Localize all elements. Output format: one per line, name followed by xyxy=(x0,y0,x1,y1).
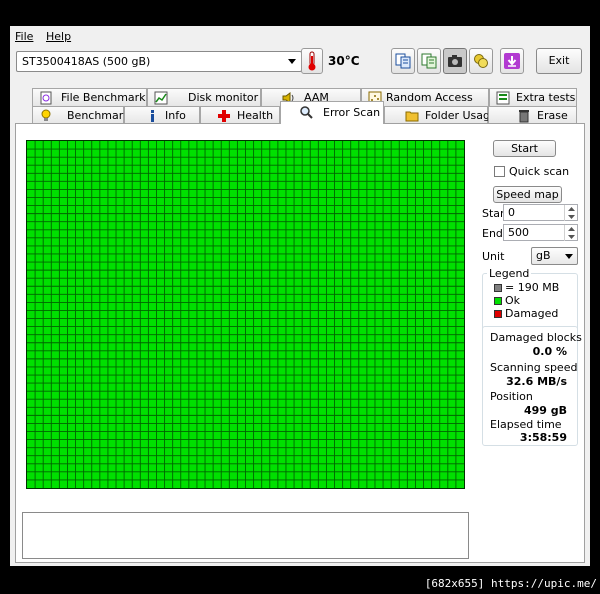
drive-select[interactable]: ST3500418AS (500 gB) xyxy=(16,51,302,72)
copy-text-icon xyxy=(395,53,411,69)
tab-label: Benchmark xyxy=(67,109,130,122)
chevron-down-icon xyxy=(565,254,573,259)
tab-file-benchmark[interactable]: File Benchmark xyxy=(32,88,147,106)
legend-title: Legend xyxy=(487,267,532,280)
spin-down-icon[interactable] xyxy=(564,233,577,241)
speed-map-button[interactable]: Speed map xyxy=(493,186,562,203)
end-label: End xyxy=(482,227,503,240)
start-field[interactable]: 0 xyxy=(503,204,578,221)
info-icon xyxy=(151,110,154,122)
tab-label: Health xyxy=(237,109,274,122)
quick-scan-label: Quick scan xyxy=(509,165,570,178)
unit-label: Unit xyxy=(482,250,505,263)
extra-tests-icon xyxy=(496,91,510,105)
tab-error-scan[interactable]: Error Scan xyxy=(280,101,384,124)
disk-monitor-icon xyxy=(154,91,168,105)
temperature-unit: °C xyxy=(344,54,360,68)
tab-label: Random Access xyxy=(386,91,473,104)
tab-label: Erase xyxy=(537,109,568,122)
screenshot-button[interactable] xyxy=(443,48,467,74)
damaged-blocks-label: Damaged blocks xyxy=(490,331,582,344)
camera-icon xyxy=(448,55,462,67)
legend-ok: Ok xyxy=(505,294,521,307)
tab-label: Info xyxy=(165,109,186,122)
chevron-down-icon xyxy=(288,59,296,64)
thermometer-button[interactable] xyxy=(301,48,323,74)
tab-label: Extra tests xyxy=(516,91,576,104)
tab-extra-tests[interactable]: Extra tests xyxy=(489,88,577,106)
folder-icon xyxy=(405,111,419,122)
elapsed-time-value: 3:58:59 xyxy=(519,431,567,444)
end-field-value: 500 xyxy=(508,226,529,239)
scanning-speed-label: Scanning speed xyxy=(490,361,578,374)
lightbulb-icon xyxy=(41,109,51,121)
stats-group: Damaged blocks 0.0 % Scanning speed 32.6… xyxy=(482,326,582,446)
tab-disk-monitor[interactable]: Disk monitor xyxy=(147,88,261,106)
tab-folder-usage[interactable]: Folder Usage xyxy=(384,106,497,124)
legend-block-size: = 190 MB xyxy=(505,281,560,294)
tab-health[interactable]: Health xyxy=(200,106,280,124)
unit-select-value: gB xyxy=(536,249,551,262)
compare-button[interactable] xyxy=(469,48,493,74)
thermometer-icon xyxy=(308,51,316,71)
copy-text-button[interactable] xyxy=(391,48,415,74)
legend-swatch-damaged xyxy=(494,310,502,318)
compare-icon xyxy=(474,54,488,68)
start-button[interactable]: Start xyxy=(493,140,556,157)
spin-up-icon[interactable] xyxy=(564,225,577,233)
magnifier-icon xyxy=(300,106,313,119)
save-down-icon xyxy=(504,53,520,69)
spin-down-icon[interactable] xyxy=(564,213,577,221)
copy-info-icon xyxy=(421,53,437,69)
scanning-speed-value: 32.6 MB/s xyxy=(506,375,567,388)
menu-help[interactable]: Help xyxy=(46,30,71,43)
unit-select[interactable]: gB xyxy=(531,247,578,265)
legend-damaged: Damaged xyxy=(505,307,559,320)
tab-label: Folder Usage xyxy=(425,109,497,122)
tab-erase[interactable]: Erase xyxy=(488,106,577,124)
copy-info-button[interactable] xyxy=(417,48,441,74)
damaged-blocks-value: 0.0 % xyxy=(532,345,567,358)
start-field-value: 0 xyxy=(508,206,515,219)
menu-bar: File Help xyxy=(10,26,590,46)
error-scan-panel: Start Quick scan Speed map Start 0 End 5… xyxy=(15,123,585,563)
hdtune-window: File Help ST3500418AS (500 gB) 30°C Exit… xyxy=(10,26,590,566)
end-field[interactable]: 500 xyxy=(503,224,578,241)
drive-select-value: ST3500418AS (500 gB) xyxy=(22,55,151,68)
temperature-readout: 30°C xyxy=(328,54,360,68)
quick-scan-checkbox[interactable] xyxy=(494,166,505,177)
tab-label: Disk monitor xyxy=(188,91,259,104)
legend-swatch-block xyxy=(494,284,502,292)
scan-log-box xyxy=(22,512,469,559)
file-benchmark-icon xyxy=(40,91,52,105)
menu-file[interactable]: File xyxy=(15,30,33,43)
position-label: Position xyxy=(490,390,533,403)
spin-up-icon[interactable] xyxy=(564,205,577,213)
legend-swatch-ok xyxy=(494,297,502,305)
health-cross-icon xyxy=(218,110,230,122)
save-button[interactable] xyxy=(500,48,524,74)
trash-icon xyxy=(519,110,529,123)
tab-label: Error Scan xyxy=(323,106,381,119)
tab-info[interactable]: Info xyxy=(124,106,200,124)
elapsed-time-label: Elapsed time xyxy=(490,418,562,431)
scan-block-grid xyxy=(26,140,465,489)
tab-benchmark[interactable]: Benchmark xyxy=(32,106,130,124)
exit-button[interactable]: Exit xyxy=(536,48,582,74)
position-value: 499 gB xyxy=(523,404,567,417)
temperature-value: 30 xyxy=(328,54,345,68)
watermark: [682x655] https://upic.me/ xyxy=(424,577,597,590)
tab-label: File Benchmark xyxy=(61,91,146,104)
